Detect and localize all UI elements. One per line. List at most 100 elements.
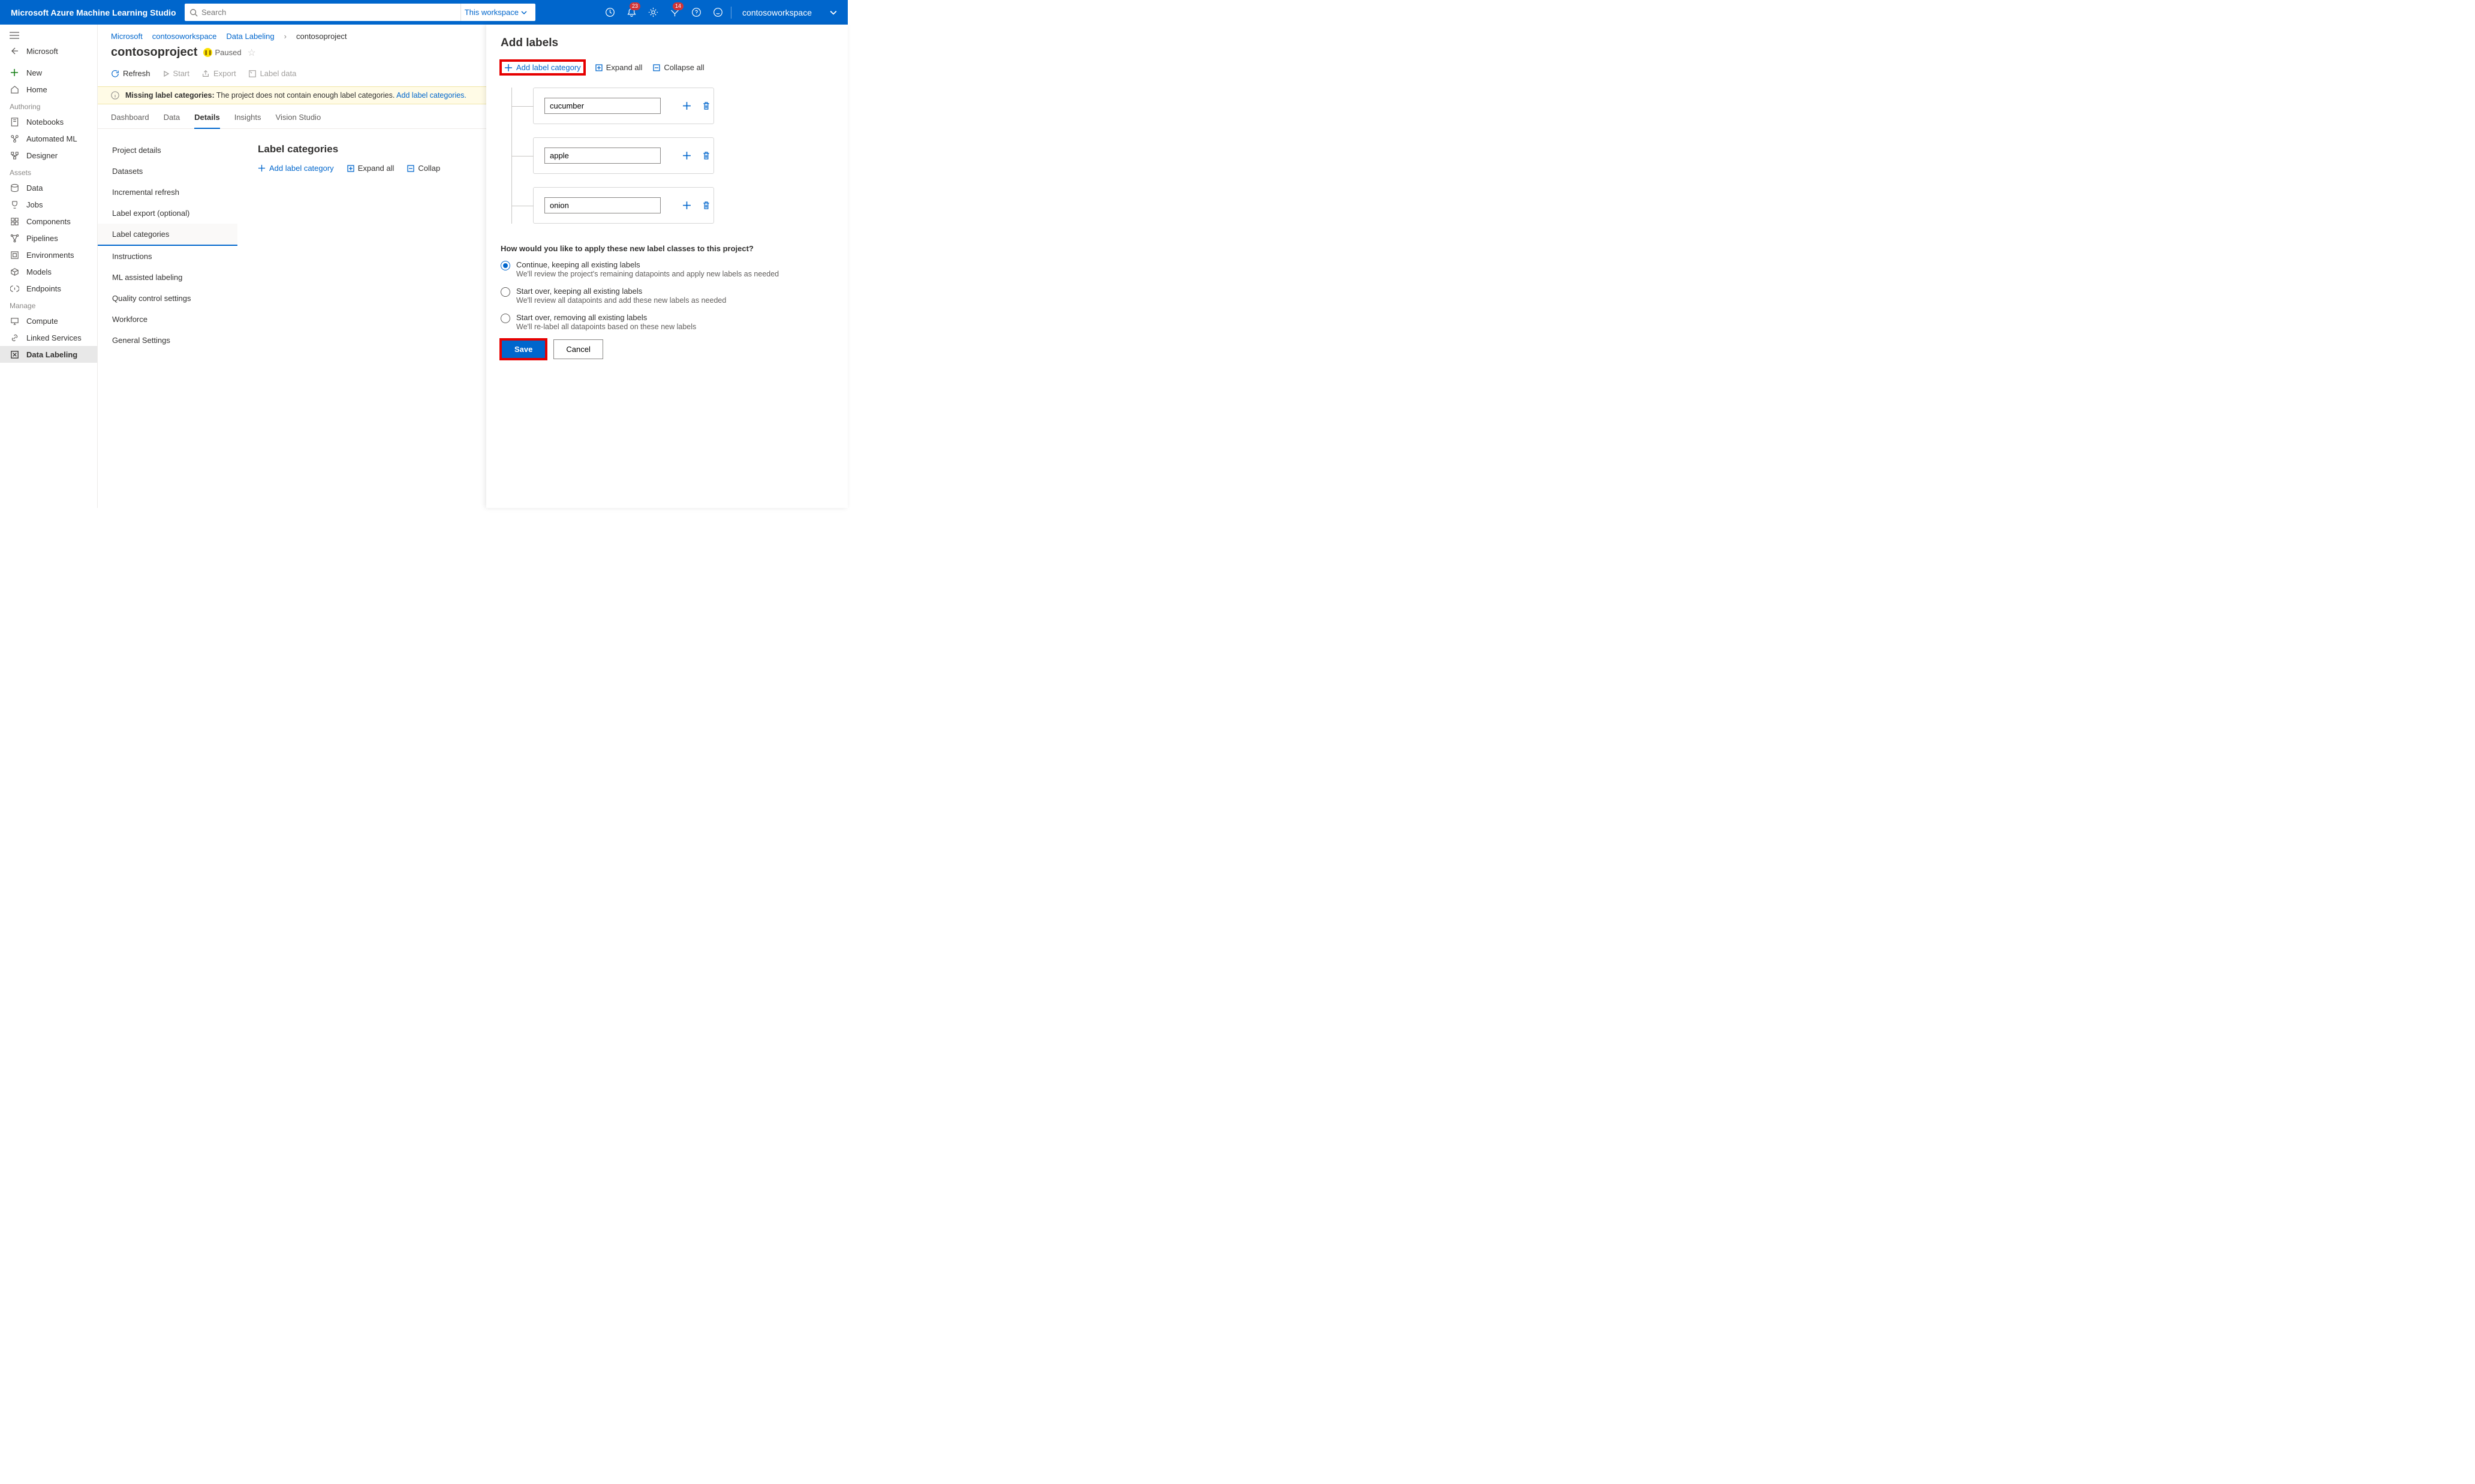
nav-back[interactable]: Microsoft bbox=[0, 43, 97, 59]
refresh-button[interactable]: Refresh bbox=[111, 67, 150, 80]
sub-ml-assisted[interactable]: ML assisted labeling bbox=[98, 267, 237, 288]
settings-icon[interactable] bbox=[642, 0, 664, 25]
environments-icon bbox=[10, 250, 19, 260]
global-search[interactable]: This workspace bbox=[185, 4, 535, 21]
radio-icon bbox=[501, 314, 510, 323]
flyout-expand-all-button[interactable]: Expand all bbox=[595, 63, 643, 72]
sub-datasets[interactable]: Datasets bbox=[98, 161, 237, 182]
banner-link[interactable]: Add label categories. bbox=[396, 91, 466, 100]
sub-label-export[interactable]: Label export (optional) bbox=[98, 203, 237, 224]
add-label-category-button[interactable]: Add label category bbox=[258, 164, 334, 173]
nav-data[interactable]: Data bbox=[0, 179, 97, 196]
breadcrumb-current: contosoproject bbox=[296, 32, 347, 41]
nav-models[interactable]: Models bbox=[0, 263, 97, 280]
radio-startover-keep[interactable]: Start over, keeping all existing labelsW… bbox=[501, 287, 836, 305]
delete-icon[interactable] bbox=[702, 151, 710, 160]
notifications-icon[interactable]: 23 bbox=[621, 0, 642, 25]
nav-designer[interactable]: Designer bbox=[0, 147, 97, 164]
help-icon[interactable] bbox=[685, 0, 707, 25]
nav-section-manage: Manage bbox=[0, 297, 97, 312]
breadcrumb-link[interactable]: Microsoft bbox=[111, 32, 143, 41]
nav-data-labeling[interactable]: Data Labeling bbox=[0, 346, 97, 363]
nav-automl[interactable]: Automated ML bbox=[0, 130, 97, 147]
compute-icon bbox=[10, 316, 19, 326]
link-icon bbox=[10, 333, 19, 342]
chevron-down-icon bbox=[521, 10, 527, 16]
label-name-input[interactable] bbox=[544, 98, 661, 114]
radio-continue[interactable]: Continue, keeping all existing labelsWe'… bbox=[501, 260, 836, 278]
sub-project-details[interactable]: Project details bbox=[98, 140, 237, 161]
search-icon bbox=[189, 8, 198, 17]
tab-data[interactable]: Data bbox=[164, 113, 180, 128]
label-data-button[interactable]: Label data bbox=[248, 67, 297, 80]
pipelines-icon bbox=[10, 233, 19, 243]
delete-icon[interactable] bbox=[702, 201, 710, 210]
nav-new[interactable]: New bbox=[0, 64, 97, 81]
label-icon bbox=[10, 350, 19, 359]
tab-insights[interactable]: Insights bbox=[234, 113, 261, 128]
left-nav: Microsoft New Home Authoring Notebooks A… bbox=[0, 25, 98, 508]
collapse-all-button[interactable]: Collap bbox=[407, 164, 440, 173]
nav-pipelines[interactable]: Pipelines bbox=[0, 230, 97, 246]
search-input[interactable] bbox=[201, 8, 456, 17]
nav-components[interactable]: Components bbox=[0, 213, 97, 230]
nav-environments[interactable]: Environments bbox=[0, 246, 97, 263]
add-child-icon[interactable] bbox=[682, 201, 691, 210]
sub-label-categories[interactable]: Label categories bbox=[98, 224, 237, 246]
info-icon bbox=[111, 91, 119, 100]
feedback-badge: 14 bbox=[673, 2, 684, 10]
chevron-right-icon: › bbox=[284, 32, 287, 41]
sub-general-settings[interactable]: General Settings bbox=[98, 330, 237, 351]
status-badge: ❚❚Paused bbox=[203, 48, 241, 57]
favorite-star-icon[interactable]: ☆ bbox=[248, 47, 256, 59]
cancel-button[interactable]: Cancel bbox=[553, 339, 603, 359]
tab-vision-studio[interactable]: Vision Studio bbox=[276, 113, 321, 128]
models-icon bbox=[10, 267, 19, 276]
nav-section-authoring: Authoring bbox=[0, 98, 97, 113]
start-button[interactable]: Start bbox=[162, 67, 189, 80]
save-button[interactable]: Save bbox=[502, 341, 545, 358]
nav-home[interactable]: Home bbox=[0, 81, 97, 98]
workspace-switcher[interactable]: contosoworkspace bbox=[734, 8, 848, 17]
radio-startover-remove[interactable]: Start over, removing all existing labels… bbox=[501, 313, 836, 331]
automl-icon bbox=[10, 134, 19, 143]
add-child-icon[interactable] bbox=[682, 101, 691, 110]
tab-dashboard[interactable]: Dashboard bbox=[111, 113, 149, 128]
add-child-icon[interactable] bbox=[682, 151, 691, 160]
recent-icon[interactable] bbox=[599, 0, 621, 25]
search-scope[interactable]: This workspace bbox=[460, 4, 531, 21]
pause-icon: ❚❚ bbox=[203, 48, 212, 57]
expand-all-button[interactable]: Expand all bbox=[347, 164, 395, 173]
sub-instructions[interactable]: Instructions bbox=[98, 246, 237, 267]
brand-title: Microsoft Azure Machine Learning Studio bbox=[11, 8, 185, 17]
export-button[interactable]: Export bbox=[201, 67, 236, 80]
designer-icon bbox=[10, 150, 19, 160]
radio-icon bbox=[501, 287, 510, 297]
sub-quality-control[interactable]: Quality control settings bbox=[98, 288, 237, 309]
flyout-collapse-all-button[interactable]: Collapse all bbox=[653, 63, 704, 72]
plus-icon bbox=[10, 68, 19, 77]
home-icon bbox=[10, 85, 19, 94]
play-icon bbox=[162, 70, 170, 77]
sub-incremental-refresh[interactable]: Incremental refresh bbox=[98, 182, 237, 203]
tab-details[interactable]: Details bbox=[194, 113, 220, 129]
breadcrumb-link[interactable]: contosoworkspace bbox=[152, 32, 217, 41]
nav-endpoints[interactable]: Endpoints bbox=[0, 280, 97, 297]
top-bar: Microsoft Azure Machine Learning Studio … bbox=[0, 0, 848, 25]
export-icon bbox=[201, 70, 210, 78]
label-name-input[interactable] bbox=[544, 148, 661, 164]
sub-workforce[interactable]: Workforce bbox=[98, 309, 237, 330]
delete-icon[interactable] bbox=[702, 101, 710, 110]
flyout-add-label-category-button[interactable]: Add label category bbox=[501, 61, 585, 74]
nav-linked-services[interactable]: Linked Services bbox=[0, 329, 97, 346]
label-name-input[interactable] bbox=[544, 197, 661, 213]
nav-notebooks[interactable]: Notebooks bbox=[0, 113, 97, 130]
jobs-icon bbox=[10, 200, 19, 209]
breadcrumb-link[interactable]: Data Labeling bbox=[226, 32, 274, 41]
nav-compute[interactable]: Compute bbox=[0, 312, 97, 329]
smile-icon[interactable] bbox=[707, 0, 728, 25]
nav-toggle[interactable] bbox=[0, 28, 97, 43]
nav-jobs[interactable]: Jobs bbox=[0, 196, 97, 213]
endpoints-icon bbox=[10, 284, 19, 293]
feedback-icon[interactable]: 14 bbox=[664, 0, 685, 25]
